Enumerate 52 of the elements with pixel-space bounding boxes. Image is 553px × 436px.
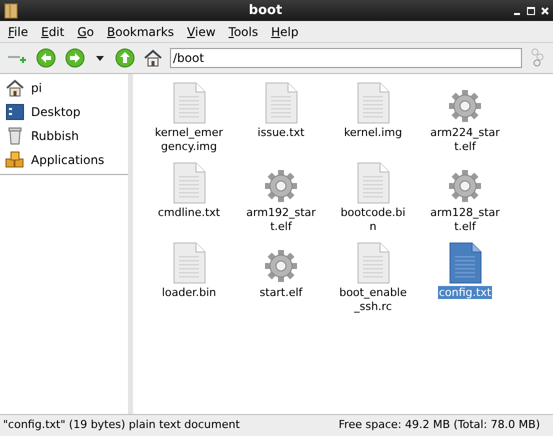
icon-tile[interactable]: arm192_start.elf — [235, 160, 327, 240]
close-icon[interactable] — [541, 6, 549, 14]
forward-button[interactable] — [64, 47, 86, 69]
document-icon — [172, 242, 206, 284]
gear-icon — [447, 88, 483, 124]
sidebar-item[interactable]: pi — [0, 76, 128, 100]
icon-tile[interactable]: issue.txt — [235, 80, 327, 160]
house-icon — [6, 79, 24, 97]
gear-icon — [263, 248, 299, 284]
document-icon — [356, 82, 390, 124]
up-button[interactable] — [114, 47, 136, 69]
document-icon — [356, 162, 390, 204]
menu-item[interactable]: View — [187, 22, 216, 40]
location-field[interactable]: /boot — [170, 48, 522, 68]
menu-item[interactable]: Tools — [228, 22, 258, 40]
icon-tile[interactable]: kernel.img — [327, 80, 419, 160]
sidebar-item[interactable]: Rubbish — [0, 124, 128, 148]
menu-item[interactable]: File — [8, 22, 28, 40]
document-icon — [448, 242, 482, 284]
caret-icon — [96, 56, 104, 60]
icon-tile[interactable]: boot_enable_ssh.rc — [327, 240, 419, 320]
free-space-text: Free space: 49.2 MB (Total: 78.0 MB) — [338, 417, 541, 434]
sidebar-item[interactable]: Applications — [0, 148, 128, 172]
back-button[interactable] — [35, 47, 57, 69]
desktop-icon — [6, 104, 24, 120]
menu-item[interactable]: Help — [271, 22, 298, 40]
window-title: boot — [248, 2, 284, 20]
sidebar-item[interactable]: Desktop — [0, 100, 128, 124]
menu-item[interactable]: Go — [77, 22, 94, 40]
icon-tile[interactable]: bootcode.bin — [327, 160, 419, 240]
menu-item[interactable]: Bookmarks — [107, 22, 174, 40]
applications-icon — [5, 151, 25, 169]
icon-tile[interactable]: cmdline.txt — [143, 160, 235, 240]
house-icon — [144, 49, 162, 67]
icon-tile[interactable]: config.txt — [419, 240, 511, 320]
home-button[interactable] — [143, 47, 163, 69]
document-icon — [172, 162, 206, 204]
icon-tile[interactable]: loader.bin — [143, 240, 235, 320]
document-icon — [264, 82, 298, 124]
icon-tile[interactable]: kernel_emergency.img — [143, 80, 235, 160]
icon-tile[interactable]: arm128_start.elf — [419, 160, 511, 240]
gear-icon — [447, 168, 483, 204]
status-text: "config.txt" (19 bytes) plain text document — [3, 417, 240, 434]
folder-icon — [4, 2, 18, 18]
document-icon — [172, 82, 206, 124]
document-icon — [356, 242, 390, 284]
menu-item[interactable]: Edit — [41, 22, 64, 40]
trash-icon — [8, 127, 22, 145]
icon-tile[interactable]: start.elf — [235, 240, 327, 320]
gear-icon — [263, 168, 299, 204]
maximize-icon[interactable] — [527, 6, 535, 14]
icon-tile[interactable]: arm224_start.elf — [419, 80, 511, 160]
